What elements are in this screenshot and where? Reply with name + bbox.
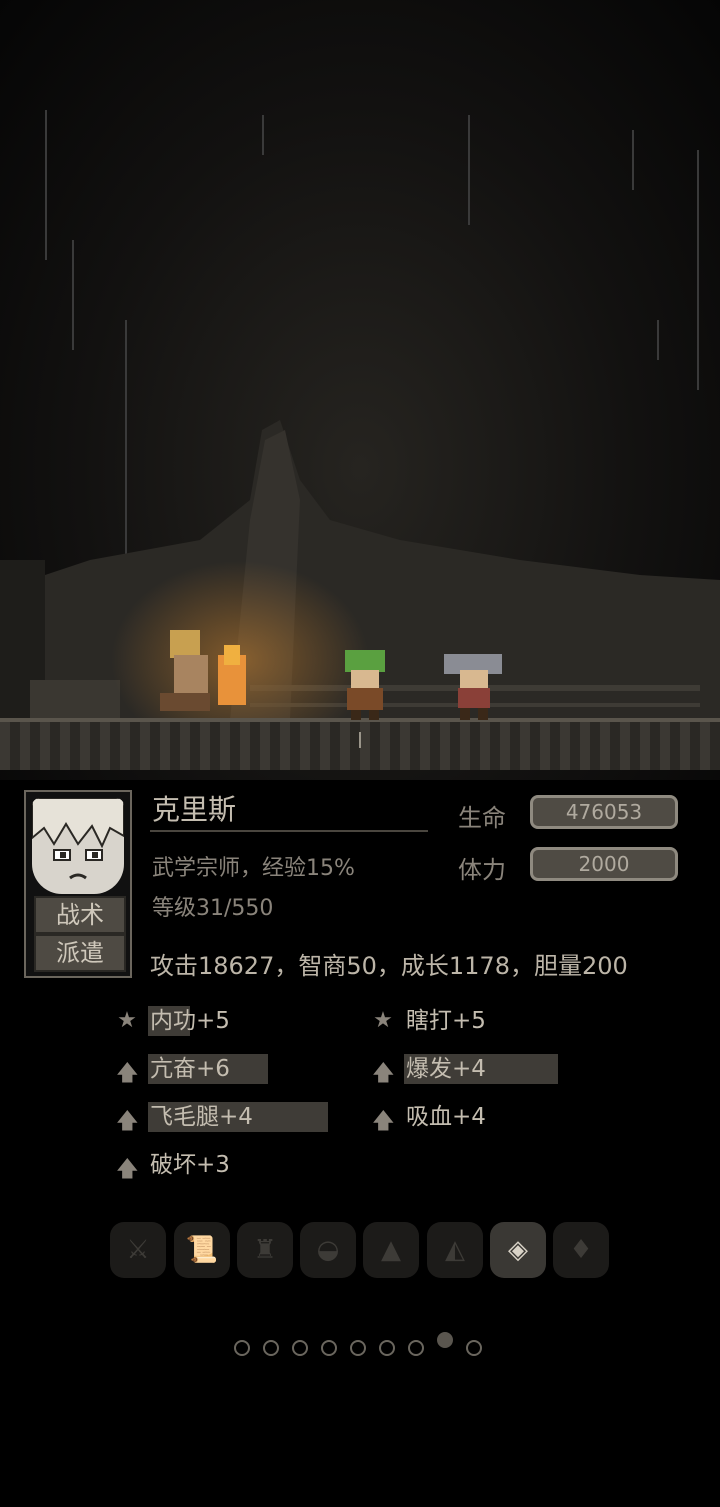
level-text: 等级31/550 [152,896,274,921]
title-experience: 武学宗师，经验15% [152,856,355,881]
stamina-label: 体力 [458,856,506,884]
skill-label: 爆发+4 [404,1054,558,1084]
page-dot[interactable] [263,1340,279,1356]
skill-label: 瞎打+5 [406,1008,486,1034]
page-dot[interactable] [234,1340,250,1356]
character-portrait: 战术 派遣 [24,790,132,978]
helmet-icon[interactable]: ◭ [427,1222,483,1278]
arrow-up-icon: 🡅 [116,1157,139,1182]
game-scene [0,0,720,780]
skill-label: 内功+5 [148,1006,230,1036]
drop-icon[interactable]: ◈ [490,1222,546,1278]
position-marker [359,732,361,748]
warrior-sprite-by-fire [160,630,246,711]
skill-label: 飞毛腿+4 [148,1102,328,1132]
arrow-up-icon: 🡅 [372,1061,395,1086]
stamina-bar: 2000 [530,847,678,881]
scroll-icon[interactable]: 📜 [174,1222,230,1278]
character-name: 克里斯 [152,793,237,826]
page-dot[interactable] [466,1340,482,1356]
arrow-up-icon: 🡅 [116,1109,139,1134]
boots-icon[interactable]: ◒ [300,1222,356,1278]
hp-bar: 476053 [530,795,678,829]
page-dot[interactable] [292,1340,308,1356]
cloak-icon[interactable]: ▲ [363,1222,419,1278]
skill-label: 吸血+4 [406,1104,486,1130]
skill-label: 破坏+3 [150,1152,230,1178]
star-icon: ★ [373,1008,393,1033]
page-dot[interactable] [350,1340,366,1356]
dispatch-button[interactable]: 派遣 [34,934,126,972]
hp-label: 生命 [458,804,506,832]
name-divider [150,830,428,832]
green-hair-hero-sprite [345,650,385,720]
page-dot[interactable] [379,1340,395,1356]
sword-icon[interactable]: ⚔ [110,1222,166,1278]
page-dot-active[interactable] [437,1332,453,1348]
arrow-up-icon: 🡅 [116,1061,139,1086]
skill-label: 亢奋+6 [148,1054,268,1084]
page-dot[interactable] [408,1340,424,1356]
gem-icon[interactable]: ♦ [553,1222,609,1278]
armor-icon[interactable]: ♜ [237,1222,293,1278]
page-dot[interactable] [321,1340,337,1356]
helmet-companion-sprite [444,654,502,720]
arrow-up-icon: 🡅 [372,1109,395,1134]
star-icon: ★ [117,1008,137,1033]
tactics-button[interactable]: 战术 [34,896,126,934]
attributes-line: 攻击18627，智商50，成长1178，胆量200 [150,952,628,980]
portrait-face [32,798,124,894]
